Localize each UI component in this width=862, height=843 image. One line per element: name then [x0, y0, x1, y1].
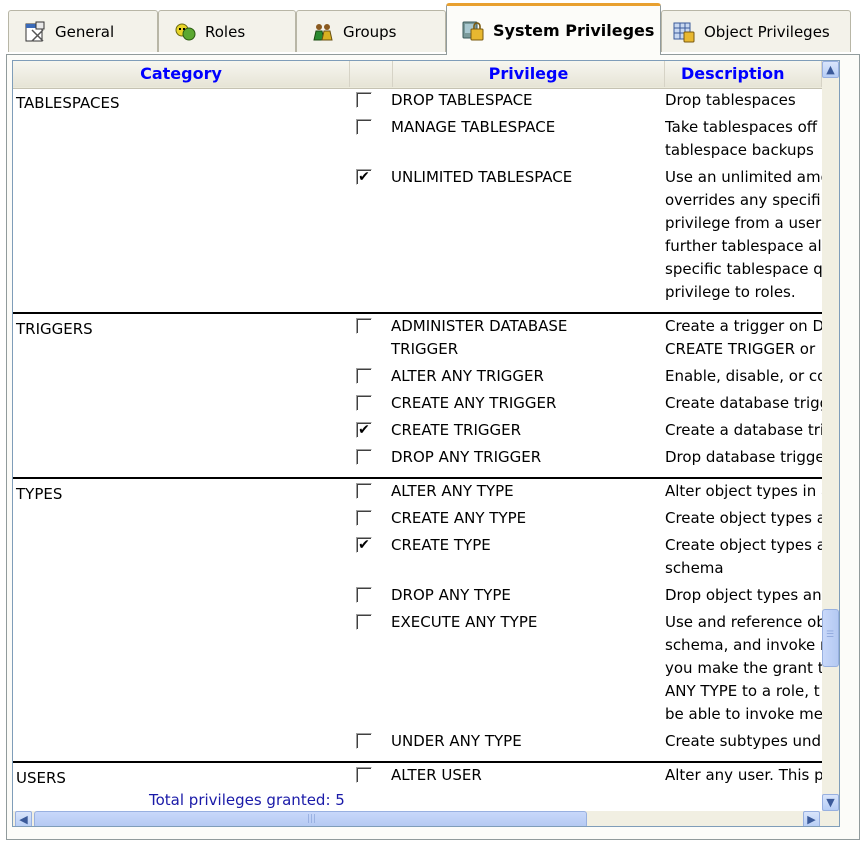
privilege-description: Alter object types in a — [665, 482, 831, 500]
privilege-checkbox[interactable] — [356, 614, 372, 630]
vertical-scroll-thumb[interactable]: ☰ — [822, 609, 839, 667]
privilege-row[interactable]: UNDER ANY TYPE Create subtypes unde — [13, 732, 839, 760]
privilege-description: Create object types a — [665, 509, 826, 527]
privilege-name: CREATE TYPE — [391, 536, 491, 554]
privilege-name: MANAGE TABLESPACE — [391, 118, 556, 136]
privilege-checkbox[interactable] — [356, 767, 372, 783]
tab-groups-label: Groups — [343, 22, 397, 41]
privilege-row[interactable]: DROP ANY TYPE Drop object types and — [13, 586, 839, 614]
tab-general[interactable]: General — [8, 10, 158, 52]
privilege-name: UNDER ANY TYPE — [391, 732, 522, 750]
privilege-row[interactable]: DROP ANY TRIGGER Drop database trigger — [13, 448, 839, 476]
privilege-description: Drop tablespaces — [665, 91, 796, 109]
privilege-name: ALTER USER — [391, 766, 482, 784]
grid-body: TABLESPACES DROP TABLESPACE Drop tablespac… — [13, 88, 839, 793]
category-group: TYPES ALTER ANY TYPE Alter object types in… — [13, 479, 839, 763]
privilege-row[interactable]: ✔ CREATE TRIGGER Create a database tri — [13, 421, 839, 449]
privilege-description: Enable, disable, or co — [665, 367, 827, 385]
privilege-description: Create a database tri — [665, 421, 825, 439]
grip-icon: ||| — [307, 814, 317, 824]
horizontal-scrollbar[interactable]: ◀ ||| ▶ — [13, 811, 839, 826]
privilege-name: CREATE TRIGGER — [391, 421, 522, 439]
privilege-name: ALTER ANY TRIGGER — [391, 367, 544, 385]
tab-system-privileges[interactable]: System Privileges — [446, 3, 661, 55]
privilege-name: ADMINISTER DATABASE TRIGGER — [391, 317, 568, 358]
grid-header: Category Privilege Description — [13, 61, 839, 89]
tab-groups[interactable]: Groups — [296, 10, 446, 52]
privilege-row[interactable]: CREATE ANY TYPE Create object types a — [13, 509, 839, 537]
column-header-privilege[interactable]: Privilege — [393, 61, 665, 87]
privilege-description: Create object types a schema — [665, 536, 826, 577]
grip-icon: ☰ — [826, 630, 835, 640]
column-header-description[interactable]: Description — [665, 61, 822, 87]
privilege-row[interactable]: DROP TABLESPACE Drop tablespaces — [13, 91, 839, 119]
vertical-scrollbar[interactable]: ▲ ☰ ▼ — [822, 61, 839, 811]
privilege-row[interactable]: CREATE ANY TRIGGER Create database trigg — [13, 394, 839, 422]
privilege-row[interactable]: ALTER ANY TYPE Alter object types in a — [13, 482, 839, 510]
privilege-checkbox[interactable] — [356, 587, 372, 603]
privileges-grid[interactable]: Category Privilege Description TABLESPAC… — [12, 60, 840, 827]
tab-strip: General Roles Groups System Privileges O… — [0, 0, 862, 56]
horizontal-scroll-thumb[interactable]: ||| — [34, 811, 587, 826]
privilege-row[interactable]: ALTER ANY TRIGGER Enable, disable, or co — [13, 367, 839, 395]
privilege-checkbox[interactable]: ✔ — [356, 537, 372, 553]
privilege-row[interactable]: MANAGE TABLESPACE Take tablespaces off ta… — [13, 118, 839, 169]
column-header-category[interactable]: Category — [13, 61, 350, 87]
privilege-checkbox[interactable] — [356, 318, 372, 334]
privilege-description: Drop object types and — [665, 586, 832, 604]
properties-icon — [23, 20, 47, 44]
privilege-checkbox[interactable] — [356, 368, 372, 384]
privilege-description: Use an unlimited amou overrides any spec… — [665, 168, 839, 301]
scroll-left-button[interactable]: ◀ — [15, 811, 32, 826]
privilege-name: CREATE ANY TRIGGER — [391, 394, 557, 412]
privilege-description: Use and reference ob schema, and invoke … — [665, 613, 839, 723]
tab-general-label: General — [55, 22, 115, 41]
privilege-row[interactable]: ALTER USER Alter any user. This p — [13, 766, 839, 793]
privilege-description: Drop database trigger — [665, 448, 831, 466]
tab-roles[interactable]: Roles — [158, 10, 296, 52]
scroll-down-button[interactable]: ▼ — [822, 794, 839, 811]
privilege-name: DROP ANY TYPE — [391, 586, 511, 604]
roles-icon — [173, 20, 197, 44]
privilege-row[interactable]: ✔ UNLIMITED TABLESPACE Use an unlimited am… — [13, 168, 839, 311]
category-group: TABLESPACES DROP TABLESPACE Drop tablespac… — [13, 88, 839, 314]
privilege-description: Create subtypes unde — [665, 732, 831, 750]
tab-roles-label: Roles — [205, 22, 246, 41]
privilege-description: Take tablespaces off tablespace backups — [665, 118, 818, 159]
privilege-name: ALTER ANY TYPE — [391, 482, 514, 500]
privilege-row[interactable]: ADMINISTER DATABASE TRIGGER Create a trig… — [13, 317, 839, 368]
scroll-up-button[interactable]: ▲ — [822, 61, 839, 78]
privilege-description: Create database trigg — [665, 394, 830, 412]
column-header-checked[interactable] — [350, 61, 393, 87]
tab-object-privileges[interactable]: Object Privileges — [661, 10, 851, 52]
category-group: TRIGGERS ADMINISTER DATABASE TRIGGER Creat… — [13, 314, 839, 479]
category-group: USERS ALTER USER Alter any user. This p — [13, 763, 839, 793]
privilege-name: EXECUTE ANY TYPE — [391, 613, 538, 631]
tab-system-privileges-label: System Privileges — [493, 21, 655, 40]
privilege-row[interactable]: EXECUTE ANY TYPE Use and reference ob sch… — [13, 613, 839, 733]
privilege-row[interactable]: ✔ CREATE TYPE Create object types a schema — [13, 536, 839, 587]
privilege-checkbox[interactable] — [356, 449, 372, 465]
privilege-checkbox[interactable]: ✔ — [356, 169, 372, 185]
scroll-right-button[interactable]: ▶ — [803, 811, 820, 826]
grid-footer: Total privileges granted: 5 — [13, 791, 822, 811]
privilege-description: Create a trigger on DA CREATE TRIGGER or — [665, 317, 834, 358]
privilege-name: UNLIMITED TABLESPACE — [391, 168, 573, 186]
privilege-checkbox[interactable] — [356, 483, 372, 499]
object-privileges-icon — [672, 20, 696, 44]
tab-object-privileges-label: Object Privileges — [704, 22, 830, 41]
total-privileges-label: Total privileges granted: 5 — [149, 791, 345, 809]
privilege-checkbox[interactable]: ✔ — [356, 422, 372, 438]
privilege-checkbox[interactable] — [356, 119, 372, 135]
privilege-name: DROP TABLESPACE — [391, 91, 533, 109]
system-privileges-icon — [461, 19, 485, 43]
privilege-checkbox[interactable] — [356, 92, 372, 108]
privilege-checkbox[interactable] — [356, 510, 372, 526]
privilege-name: CREATE ANY TYPE — [391, 509, 527, 527]
privilege-checkbox[interactable] — [356, 733, 372, 749]
groups-icon — [311, 20, 335, 44]
privilege-checkbox[interactable] — [356, 395, 372, 411]
privilege-name: DROP ANY TRIGGER — [391, 448, 542, 466]
privilege-description: Alter any user. This p — [665, 766, 824, 784]
